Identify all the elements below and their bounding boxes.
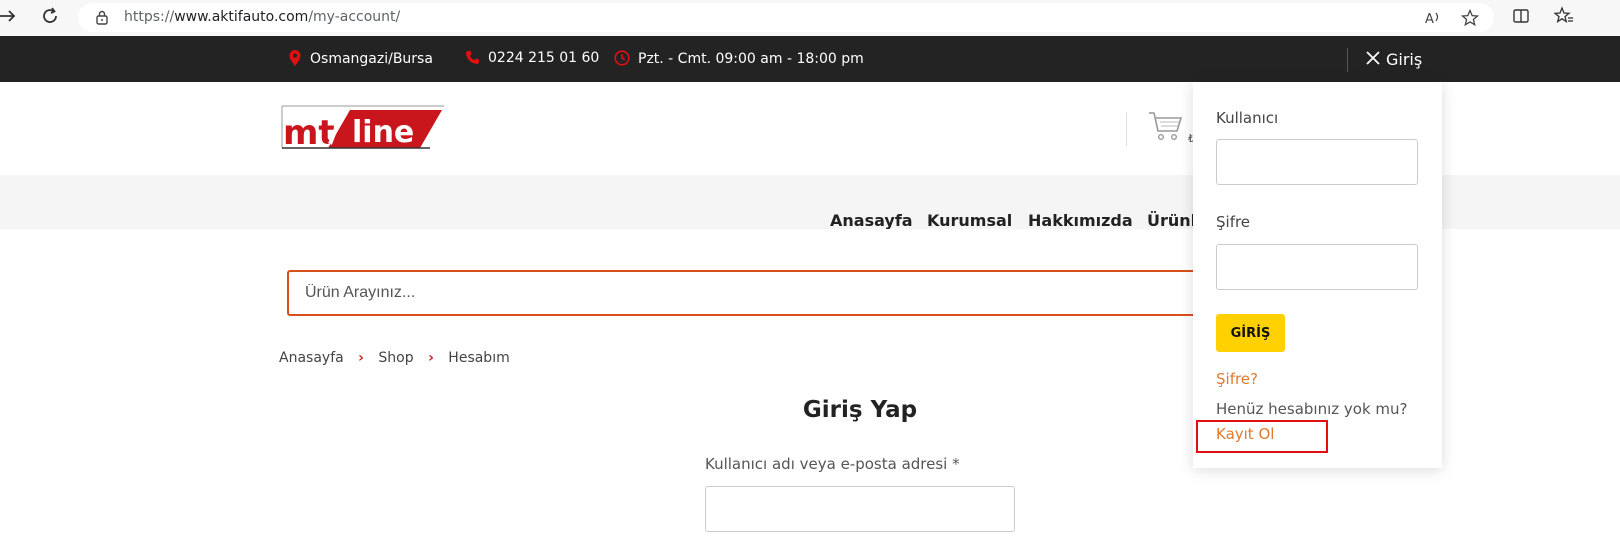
location-info: Osmangazi/Bursa [288, 50, 433, 67]
clock-icon [614, 50, 630, 66]
close-icon[interactable] [1366, 49, 1380, 70]
search-box [287, 270, 1227, 316]
menu-item-anasayfa[interactable]: Anasayfa [830, 211, 913, 230]
browser-toolbar: https://www.aktifauto.com/my-account/ A [0, 0, 1620, 36]
dropdown-password-label: Şifre [1216, 213, 1251, 231]
hours-text: Pzt. - Cmt. 09:00 am - 18:00 pm [638, 51, 864, 67]
register-highlight-box [1196, 420, 1328, 453]
chevron-right-icon: › [358, 350, 364, 366]
cart-icon[interactable] [1148, 110, 1184, 142]
no-account-text: Henüz hesabınız yok mu? [1216, 400, 1408, 418]
forgot-password-link[interactable]: Şifre? [1216, 370, 1258, 388]
topbar-divider [1347, 48, 1348, 72]
username-input[interactable] [705, 486, 1015, 532]
login-dropdown-panel: Kullanıcı Şifre GİRİŞ Şifre? Henüz hesab… [1193, 82, 1442, 468]
favorite-star-icon[interactable] [1460, 8, 1480, 27]
menu-item-hakkimizda[interactable]: Hakkımızda [1028, 211, 1133, 230]
svg-text:A: A [1425, 12, 1434, 27]
chevron-right-icon: › [428, 350, 434, 366]
refresh-icon[interactable] [38, 6, 62, 30]
location-text: Osmangazi/Bursa [310, 51, 433, 67]
dropdown-user-label: Kullanıcı [1216, 109, 1279, 127]
username-label: Kullanıcı adı veya e-posta adresi * [705, 455, 960, 473]
lock-icon [94, 9, 110, 25]
url-domain: www.aktifauto.com [174, 9, 309, 25]
top-info-bar: Osmangazi/Bursa 0224 215 01 60 Pzt. - Cm… [0, 36, 1620, 82]
map-pin-icon [289, 50, 301, 66]
read-aloud-icon[interactable]: A [1424, 9, 1442, 27]
breadcrumb-item-home[interactable]: Anasayfa [279, 350, 344, 366]
phone-icon [466, 51, 479, 64]
dropdown-user-input[interactable] [1216, 139, 1418, 185]
dropdown-login-button[interactable]: GİRİŞ [1216, 314, 1285, 352]
site-logo[interactable]: mt line [280, 104, 446, 153]
url-text: https://www.aktifauto.com/my-account/ [124, 9, 400, 25]
hours-info: Pzt. - Cmt. 09:00 am - 18:00 pm [614, 50, 864, 67]
split-screen-icon[interactable] [1509, 6, 1533, 30]
menu-item-kurumsal[interactable]: Kurumsal [927, 211, 1012, 230]
breadcrumb-item-account: Hesabım [448, 350, 510, 366]
favorites-icon[interactable] [1552, 6, 1576, 30]
url-prefix: https:// [124, 9, 175, 25]
breadcrumb-item-shop[interactable]: Shop [378, 350, 413, 366]
cart-divider [1126, 112, 1127, 146]
forward-arrow-icon[interactable] [0, 6, 20, 30]
svg-text:line: line [352, 115, 414, 150]
breadcrumb: Anasayfa › Shop › Hesabım [279, 350, 510, 366]
page: https://www.aktifauto.com/my-account/ A … [0, 0, 1620, 560]
search-input[interactable] [289, 272, 1225, 314]
url-path: /my-account/ [308, 9, 401, 25]
phone-info[interactable]: 0224 215 01 60 [465, 50, 599, 66]
dropdown-password-input[interactable] [1216, 244, 1418, 290]
svg-text:mt: mt [283, 113, 335, 150]
phone-text: 0224 215 01 60 [488, 50, 600, 66]
login-toggle-label: Giriş [1386, 50, 1423, 69]
login-toggle[interactable]: Giriş [1366, 49, 1422, 70]
address-bar[interactable]: https://www.aktifauto.com/my-account/ A [78, 3, 1494, 32]
